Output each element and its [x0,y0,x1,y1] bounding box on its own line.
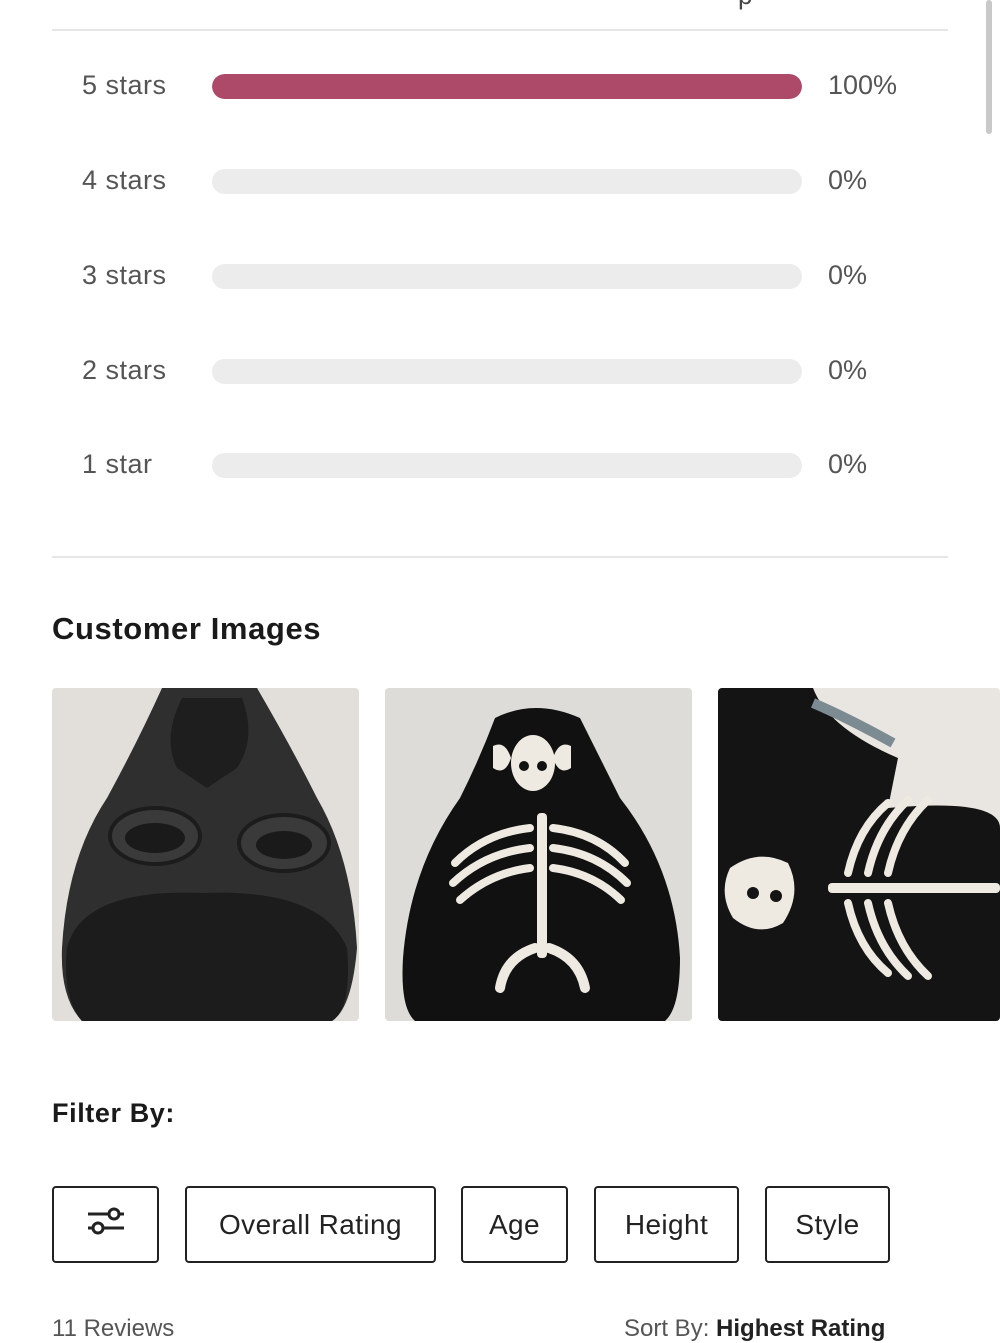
rating-row-5[interactable]: 5 stars 100% [0,66,1000,106]
rating-label: 1 star [82,449,153,479]
rating-bar-track [212,74,802,99]
sliders-icon [86,1207,126,1242]
customer-image-1[interactable] [52,688,359,1021]
rating-percent: 100% [828,70,898,100]
rating-label: 4 stars [82,165,167,195]
filter-by-title: Filter By: [52,1098,176,1128]
filter-height[interactable]: Height [594,1186,739,1263]
customer-image-2[interactable] [385,688,692,1021]
rating-row-3[interactable]: 3 stars 0% [0,256,1000,296]
sort-by-value: Highest Rating [716,1315,886,1342]
customer-image-3[interactable] [718,688,1000,1021]
rating-row-1[interactable]: 1 star 0% [0,445,1000,485]
rating-label: 3 stars [82,260,167,290]
scrollbar[interactable] [986,0,992,134]
rating-bar-track [212,264,802,289]
sort-by-control[interactable]: Sort By: Highest Rating [624,1315,885,1343]
filter-overall-rating[interactable]: Overall Rating [185,1186,436,1263]
rating-label: 5 stars [82,70,167,100]
cutoff-text-fragment: p [738,0,752,11]
top-divider [52,29,948,31]
filter-age[interactable]: Age [461,1186,568,1263]
section-divider [52,556,948,558]
rating-label: 2 stars [82,355,167,385]
filter-style[interactable]: Style [765,1186,890,1263]
filter-settings-button[interactable] [52,1186,159,1263]
rating-row-4[interactable]: 4 stars 0% [0,161,1000,201]
rating-bar-fill [212,74,802,99]
rating-percent: 0% [828,449,868,479]
customer-images-title: Customer Images [52,611,322,646]
rating-bar-track [212,359,802,384]
rating-percent: 0% [828,165,868,195]
rating-bar-track [212,169,802,194]
reviews-count: 11 Reviews [52,1315,175,1342]
rating-percent: 0% [828,260,868,290]
rating-row-2[interactable]: 2 stars 0% [0,351,1000,391]
sort-by-label: Sort By: [624,1315,710,1342]
rating-bar-track [212,453,802,478]
rating-percent: 0% [828,355,868,385]
